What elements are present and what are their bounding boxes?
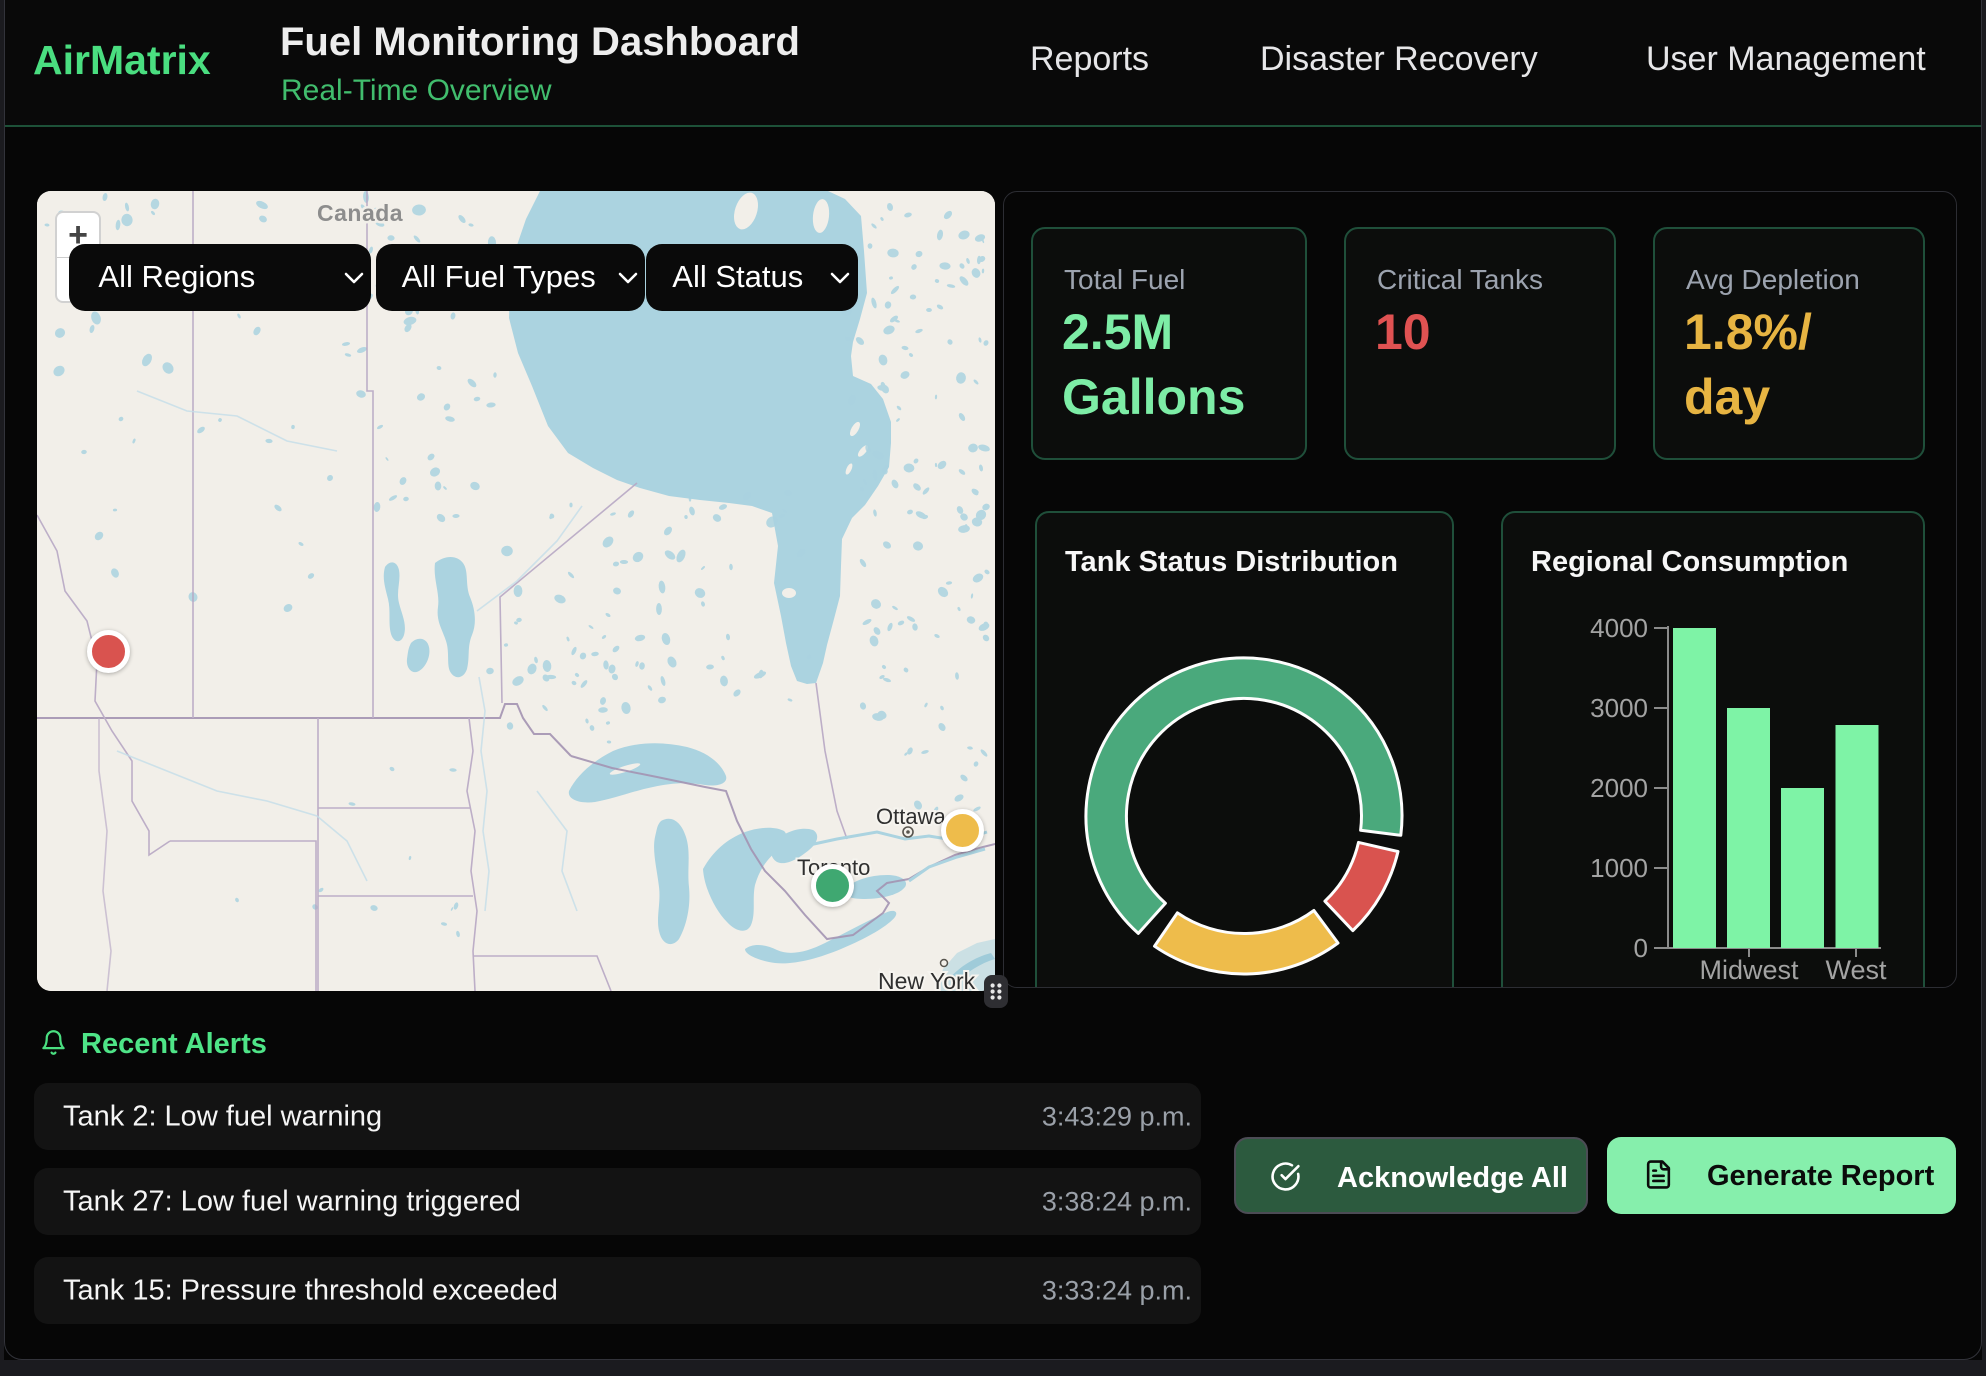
svg-text:Ottawa: Ottawa (876, 804, 946, 829)
svg-text:New York: New York (878, 968, 976, 991)
svg-text:2000: 2000 (1590, 773, 1648, 803)
svg-text:0: 0 (1634, 933, 1648, 963)
svg-text:Midwest: Midwest (1699, 955, 1799, 985)
svg-text:Canada: Canada (317, 200, 403, 226)
svg-text:3000: 3000 (1590, 693, 1648, 723)
svg-text:4000: 4000 (1590, 613, 1648, 643)
svg-text:1000: 1000 (1590, 853, 1648, 883)
svg-text:West: West (1825, 955, 1887, 985)
